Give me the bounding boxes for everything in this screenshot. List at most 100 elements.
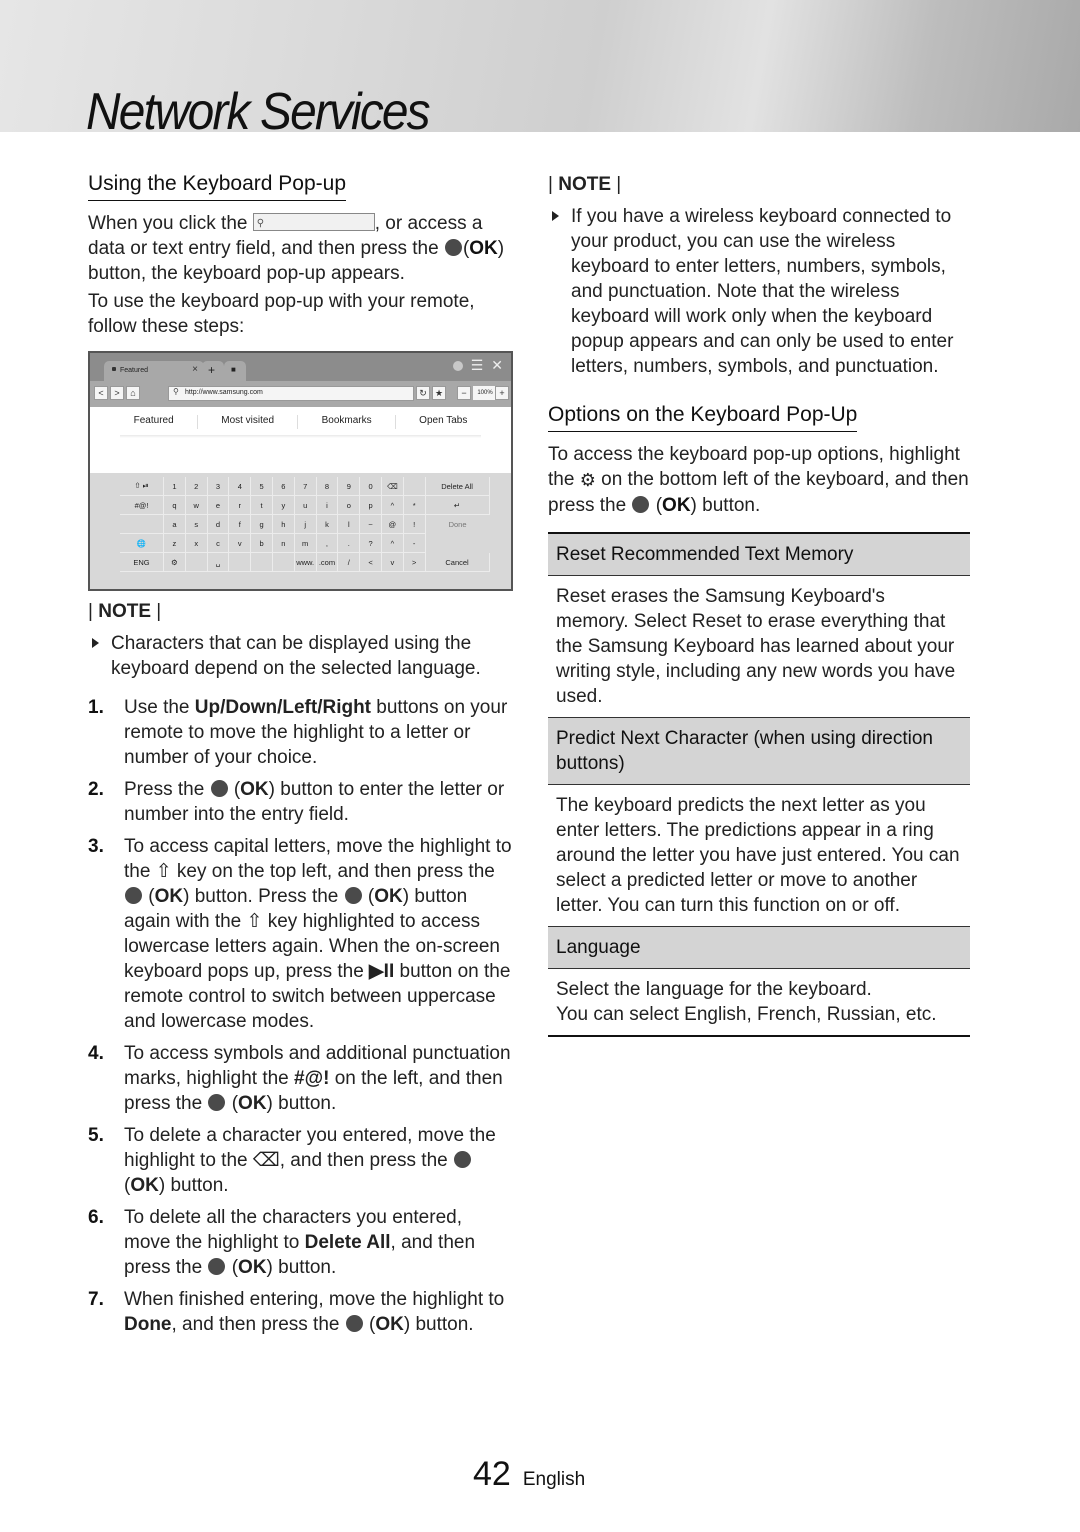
keyboard-key[interactable]: ^ — [381, 534, 404, 553]
forward-button[interactable]: > — [110, 386, 124, 400]
keyboard-key[interactable]: h — [272, 515, 295, 534]
zoom-out-button[interactable]: − — [457, 386, 471, 400]
menu-icon[interactable]: ☰ — [471, 357, 484, 374]
keyboard-key[interactable]: g — [251, 515, 273, 534]
keyboard-key[interactable]: ⚙ — [164, 553, 186, 572]
keyboard-key[interactable]: 1 — [164, 477, 186, 496]
new-tab-button[interactable]: + — [202, 361, 224, 381]
keyboard-grid: ⇧ ⏯ 1 2 3 4 5 6 7 8 9 0 ⌫ Delete All #@! q w e r t y u i o p ^ * ↵… — [120, 477, 490, 572]
keyboard-key[interactable]: .com — [316, 553, 339, 572]
ok-button-icon — [344, 887, 362, 904]
keyboard-key[interactable]: i — [316, 496, 339, 515]
keyboard-key[interactable]: ⌫ — [381, 477, 404, 496]
keyboard-key[interactable]: ENG — [120, 553, 164, 572]
close-tab-icon[interactable]: × — [192, 364, 198, 375]
nav-tab-open-tabs[interactable]: Open Tabs — [419, 415, 467, 429]
keyboard-key[interactable]: Done — [426, 515, 490, 534]
keyboard-key[interactable]: - — [403, 534, 426, 553]
keyboard-key-blank — [426, 534, 490, 553]
keyboard-key[interactable]: e — [207, 496, 230, 515]
keyboard-key[interactable]: c — [207, 534, 230, 553]
browser-tab-featured[interactable]: Featured × — [104, 361, 204, 381]
tab-label: Featured — [120, 367, 149, 374]
search-icon: ⚲ — [256, 218, 265, 229]
keyboard-key[interactable]: ↵ — [425, 496, 490, 515]
keyboard-key[interactable]: 4 — [229, 477, 252, 496]
keyboard-key[interactable]: d — [207, 515, 230, 534]
keyboard-key[interactable]: o — [338, 496, 361, 515]
window-controls: ☰ ✕ — [452, 357, 503, 374]
keyboard-key[interactable]: j — [294, 515, 317, 534]
keyboard-key-blank — [251, 553, 273, 572]
keyboard-key[interactable]: n — [272, 534, 295, 553]
browser-toolbar: < > ⌂ ⚲ http://www.samsung.com ↻ ★ − 100… — [90, 381, 511, 407]
step-text: When finished entering, move the highlig… — [124, 1289, 505, 1335]
keyboard-key[interactable]: 0 — [360, 477, 382, 496]
keyboard-key[interactable]: ! — [403, 515, 426, 534]
keyboard-key[interactable]: 8 — [316, 477, 339, 496]
keyboard-key[interactable]: ⇧ ⏯ — [120, 477, 164, 496]
keyboard-key[interactable]: w — [185, 496, 208, 515]
keyboard-key[interactable]: 2 — [185, 477, 208, 496]
keyboard-key[interactable]: l — [338, 515, 361, 534]
keyboard-key[interactable]: > — [403, 553, 426, 572]
keyboard-key[interactable]: / — [338, 553, 361, 572]
keyboard-key[interactable]: 🌐 — [120, 534, 164, 553]
refresh-button[interactable]: ↻ — [416, 386, 430, 400]
keyboard-key[interactable]: ␣ — [207, 553, 230, 572]
keyboard-key[interactable]: k — [316, 515, 339, 534]
keyboard-key[interactable]: @ — [381, 515, 404, 534]
keyboard-key[interactable]: u — [294, 496, 317, 515]
keyboard-key[interactable]: t — [251, 496, 273, 515]
home-button[interactable]: ⌂ — [126, 386, 140, 400]
keyboard-key[interactable]: 5 — [251, 477, 273, 496]
step-item: 2. Press the (OK) button to enter the le… — [88, 777, 513, 827]
zoom-in-button[interactable]: + — [495, 386, 509, 400]
keyboard-popup: ⇧ ⏯ 1 2 3 4 5 6 7 8 9 0 ⌫ Delete All #@! q w e r t y u i o p ^ * ↵… — [90, 473, 511, 589]
keyboard-key[interactable]: . — [338, 534, 361, 553]
close-icon[interactable]: ✕ — [491, 357, 503, 374]
keyboard-key[interactable]: f — [229, 515, 252, 534]
keyboard-key[interactable]: v — [381, 553, 404, 572]
keyboard-key[interactable]: a — [164, 515, 186, 534]
keyboard-key[interactable]: 7 — [294, 477, 317, 496]
keyboard-key[interactable]: 6 — [272, 477, 295, 496]
keyboard-key[interactable]: z — [164, 534, 186, 553]
keyboard-key[interactable]: v — [229, 534, 252, 553]
keyboard-key[interactable]: b — [251, 534, 273, 553]
keyboard-key[interactable]: p — [360, 496, 382, 515]
keyboard-key[interactable]: www. — [294, 553, 317, 572]
keyboard-key[interactable]: r — [229, 496, 252, 515]
keyboard-key[interactable]: ^ — [381, 496, 404, 515]
keyboard-key[interactable]: q — [164, 496, 186, 515]
note-label: | NOTE | — [548, 174, 622, 195]
nav-tab-featured[interactable]: Featured — [134, 415, 174, 429]
keyboard-key[interactable]: y — [272, 496, 295, 515]
keyboard-key[interactable]: #@! — [120, 496, 164, 515]
keyboard-key[interactable]: Cancel — [425, 553, 490, 572]
url-bar[interactable]: ⚲ http://www.samsung.com — [168, 386, 414, 401]
keyboard-key[interactable]: * — [403, 496, 426, 515]
keyboard-key[interactable]: ? — [360, 534, 382, 553]
nav-tab-bookmarks[interactable]: Bookmarks — [322, 415, 372, 429]
step-text: Press the (OK) button to enter the lette… — [124, 779, 505, 825]
keyboard-key[interactable]: m — [294, 534, 317, 553]
keyboard-key[interactable]: 3 — [207, 477, 230, 496]
footer-language: English — [522, 1469, 586, 1490]
step-text: To delete all the characters you entered… — [124, 1207, 476, 1278]
bookmark-button[interactable]: ★ — [432, 386, 446, 400]
private-tab-button[interactable]: ■ — [224, 361, 246, 381]
keyboard-key[interactable]: 9 — [338, 477, 361, 496]
keyboard-key[interactable]: ~ — [360, 515, 382, 534]
step-number: 7. — [88, 1289, 104, 1310]
step-text: To delete a character you entered, move … — [124, 1125, 496, 1196]
profile-avatar-icon[interactable] — [452, 360, 463, 371]
keyboard-key[interactable]: < — [360, 553, 382, 572]
nav-tab-most-visited[interactable]: Most visited — [221, 415, 274, 429]
keyboard-key[interactable]: x — [185, 534, 208, 553]
keyboard-key[interactable]: , — [316, 534, 339, 553]
back-button[interactable]: < — [94, 386, 108, 400]
keyboard-key[interactable]: s — [185, 515, 208, 534]
keyboard-key[interactable]: Delete All — [425, 477, 490, 496]
right-column: | NOTE | If you have a wireless keyboard… — [548, 172, 970, 1037]
